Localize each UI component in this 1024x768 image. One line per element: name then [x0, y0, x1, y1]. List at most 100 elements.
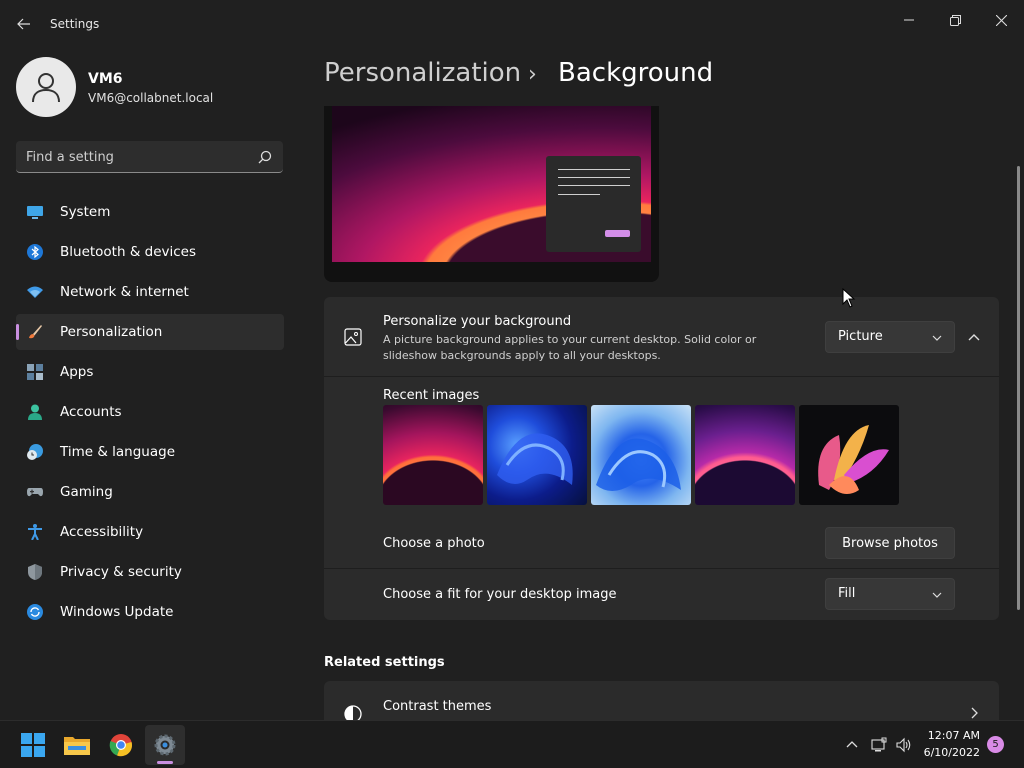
breadcrumb-parent[interactable]: Personalization	[324, 58, 521, 88]
network-icon[interactable]	[871, 737, 887, 753]
flower-shape	[818, 425, 889, 494]
chevron-down-icon	[932, 335, 942, 341]
sidebar-item-accessibility[interactable]: Accessibility	[16, 514, 284, 550]
contrast-themes-label: Contrast themes	[383, 699, 492, 714]
clock-globe-icon	[27, 444, 43, 460]
choose-photo-label: Choose a photo	[383, 536, 485, 551]
chrome-button[interactable]	[108, 732, 134, 758]
sidebar-nav: System Bluetooth & devices Network & int…	[16, 194, 284, 634]
breadcrumb-separator: ›	[528, 62, 537, 87]
recent-images-label: Recent images	[383, 388, 480, 403]
search-box[interactable]	[16, 141, 283, 173]
windows-logo-icon	[21, 733, 45, 757]
clock-date[interactable]: 6/10/2022	[900, 746, 980, 759]
sidebar-item-label: Network & internet	[60, 284, 189, 300]
sidebar-item-personalization[interactable]: Personalization	[16, 314, 284, 350]
person-icon	[28, 404, 42, 420]
restore-button[interactable]	[932, 4, 978, 36]
arrow-left-icon	[17, 18, 30, 30]
monitor-icon	[27, 206, 43, 219]
sidebar-item-bluetooth-devices[interactable]: Bluetooth & devices	[16, 234, 284, 270]
background-title: Personalize your background	[383, 314, 572, 329]
chevron-up-icon[interactable]	[844, 737, 860, 753]
image-icon	[344, 328, 362, 346]
brush-icon	[29, 325, 42, 339]
sidebar-item-label: Apps	[60, 364, 94, 380]
sidebar-item-label: Accessibility	[60, 524, 144, 540]
person-icon	[32, 73, 60, 103]
sidebar-item-system[interactable]: System	[16, 194, 284, 230]
user-email: VM6@collabnet.local	[88, 91, 214, 105]
browse-photos-button[interactable]: Browse photos	[825, 527, 955, 559]
sidebar-item-label: Personalization	[60, 324, 163, 340]
fit-dropdown[interactable]: Fill	[825, 578, 955, 610]
search-input[interactable]	[26, 147, 246, 167]
accessibility-icon	[28, 524, 42, 540]
close-button[interactable]	[978, 4, 1024, 36]
page-title: Background	[558, 58, 714, 88]
file-explorer-button[interactable]	[64, 732, 90, 758]
update-icon	[27, 604, 43, 620]
clock-time[interactable]: 12:07 AM	[900, 729, 980, 742]
shield-icon	[28, 564, 42, 580]
restore-icon	[949, 14, 961, 26]
background-type-value: Picture	[838, 329, 883, 344]
wifi-icon	[27, 286, 43, 298]
bloom-shape	[497, 433, 573, 485]
minimize-button[interactable]	[886, 4, 932, 36]
title-bar: Settings	[0, 0, 1024, 48]
contrast-icon	[344, 705, 362, 721]
sidebar-item-label: Time & language	[60, 444, 176, 460]
chevron-right-icon	[971, 707, 978, 719]
bloom-shape	[596, 438, 681, 491]
taskbar: 12:07 AM 6/10/2022 5	[0, 720, 1024, 768]
sidebar-item-windows-update[interactable]: Windows Update	[16, 594, 284, 630]
chevron-down-icon	[932, 592, 942, 598]
avatar[interactable]	[16, 57, 76, 117]
preview-line	[558, 185, 630, 186]
related-settings-title: Related settings	[324, 655, 445, 670]
contrast-themes-row[interactable]: Contrast themes	[324, 681, 999, 721]
background-type-dropdown[interactable]: Picture	[825, 321, 955, 353]
bluetooth-icon	[27, 244, 43, 260]
notification-badge[interactable]: 5	[987, 736, 1004, 753]
close-icon	[995, 14, 1007, 26]
sidebar-item-time-language[interactable]: Time & language	[16, 434, 284, 470]
gear-icon	[154, 734, 176, 756]
start-button[interactable]	[20, 732, 46, 758]
chevron-up-icon[interactable]	[964, 327, 984, 347]
sidebar-item-label: Windows Update	[60, 604, 174, 620]
sidebar-item-privacy-security[interactable]: Privacy & security	[16, 554, 284, 590]
mouse-cursor-icon	[842, 288, 856, 308]
sidebar-item-label: Accounts	[60, 404, 122, 420]
folder-icon	[64, 737, 90, 755]
active-app-indicator	[157, 761, 173, 764]
sidebar-item-gaming[interactable]: Gaming	[16, 474, 284, 510]
apps-icon	[27, 364, 43, 380]
sidebar-item-network-internet[interactable]: Network & internet	[16, 274, 284, 310]
background-settings-card: Personalize your background A picture ba…	[324, 297, 999, 620]
back-button[interactable]	[12, 12, 36, 36]
scrollbar[interactable]	[1017, 166, 1020, 610]
recent-image-3[interactable]	[591, 405, 691, 505]
app-title: Settings	[50, 17, 100, 31]
search-icon[interactable]	[257, 149, 273, 165]
settings-taskbar-button[interactable]	[152, 732, 178, 758]
preview-window	[546, 156, 641, 252]
minimize-icon	[904, 19, 914, 21]
preview-button	[605, 230, 630, 237]
preview-line	[558, 169, 630, 170]
background-card-header[interactable]: Personalize your background A picture ba…	[324, 297, 999, 377]
preview-line	[558, 194, 600, 195]
recent-image-2[interactable]	[487, 405, 587, 505]
sidebar-item-label: System	[60, 204, 111, 220]
sidebar-item-label: Bluetooth & devices	[60, 244, 197, 260]
recent-image-5[interactable]	[799, 405, 899, 505]
sidebar-item-apps[interactable]: Apps	[16, 354, 284, 390]
chrome-icon	[109, 734, 132, 757]
recent-image-1[interactable]	[383, 405, 483, 505]
fit-value: Fill	[838, 586, 856, 601]
gamepad-icon	[27, 488, 43, 497]
recent-image-4[interactable]	[695, 405, 795, 505]
sidebar-item-accounts[interactable]: Accounts	[16, 394, 284, 430]
